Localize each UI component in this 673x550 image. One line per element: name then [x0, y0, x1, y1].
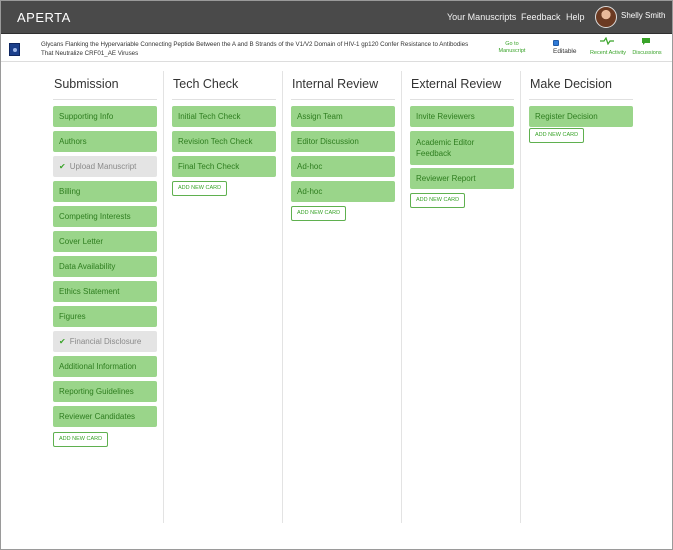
column-title: Submission [54, 77, 119, 91]
card-competing-interests[interactable]: Competing Interests [53, 206, 157, 227]
column-divider [401, 71, 402, 523]
card-data-availability[interactable]: Data Availability [53, 256, 157, 277]
add-new-card-button[interactable]: ADD NEW CARD [529, 128, 585, 143]
column-internal-review: Internal Review Assign Team Editor Discu… [291, 63, 396, 525]
app-logo[interactable]: APERTA [17, 10, 71, 25]
go-to-label-line1: Go to [505, 41, 519, 47]
add-new-card-button[interactable]: ADD NEW CARD [291, 206, 347, 221]
column-tech-check: Tech Check Initial Tech Check Revision T… [172, 63, 277, 525]
add-new-card-button[interactable]: ADD NEW CARD [53, 432, 109, 447]
card-supporting-info[interactable]: Supporting Info [53, 106, 157, 127]
add-new-card-button[interactable]: ADD NEW CARD [410, 193, 466, 208]
checkmark-icon: ✔ [59, 337, 66, 346]
card-authors[interactable]: Authors [53, 131, 157, 152]
card-additional-information[interactable]: Additional Information [53, 356, 157, 377]
help-link[interactable]: Help [566, 12, 585, 22]
app-window: APERTA Your Manuscripts Feedback Help Sh… [0, 0, 673, 550]
card-academic-editor-feedback[interactable]: Academic Editor Feedback [410, 131, 514, 165]
column-title: External Review [411, 77, 502, 91]
card-register-decision[interactable]: Register Decision [529, 106, 633, 127]
card-reporting-guidelines[interactable]: Reporting Guidelines [53, 381, 157, 402]
column-divider [520, 71, 521, 523]
go-to-label-line2: Manuscript [498, 48, 526, 54]
card-editor-discussion[interactable]: Editor Discussion [291, 131, 395, 152]
manuscript-title: Glycans Flanking the Hypervariable Conne… [41, 41, 469, 57]
your-manuscripts-link[interactable]: Your Manuscripts [447, 12, 516, 22]
feedback-link[interactable]: Feedback [521, 12, 561, 22]
card-label: Upload Manuscript [69, 162, 137, 171]
card-final-tech-check[interactable]: Final Tech Check [172, 156, 276, 177]
column-title: Internal Review [292, 77, 379, 91]
editable-label: Editable [553, 48, 577, 55]
card-financial-disclosure[interactable]: ✔ Financial Disclosure [53, 331, 157, 352]
column-rule [529, 99, 633, 100]
card-billing[interactable]: Billing [53, 181, 157, 202]
card-reviewer-candidates[interactable]: Reviewer Candidates [53, 406, 157, 427]
card-initial-tech-check[interactable]: Initial Tech Check [172, 106, 276, 127]
discussions-link[interactable]: Discussions [630, 50, 664, 57]
card-assign-team[interactable]: Assign Team [291, 106, 395, 127]
card-label: Financial Disclosure [69, 337, 142, 346]
add-new-card-button[interactable]: ADD NEW CARD [172, 181, 228, 196]
card-ad-hoc[interactable]: Ad-hoc [291, 156, 395, 177]
user-avatar[interactable] [595, 6, 617, 28]
column-submission: Submission Supporting Info Authors ✔ Uplo… [53, 63, 158, 525]
column-external-review: External Review Invite Reviewers Academi… [410, 63, 515, 525]
column-rule [53, 99, 157, 100]
card-ad-hoc[interactable]: Ad-hoc [291, 181, 395, 202]
column-make-decision: Make Decision Register Decision ADD NEW … [529, 63, 634, 525]
column-title: Tech Check [173, 77, 239, 91]
card-ethics-statement[interactable]: Ethics Statement [53, 281, 157, 302]
column-divider [163, 71, 164, 523]
card-reviewer-report[interactable]: Reviewer Report [410, 168, 514, 189]
top-navigation-bar: APERTA Your Manuscripts Feedback Help Sh… [1, 1, 672, 34]
card-upload-manuscript[interactable]: ✔ Upload Manuscript [53, 156, 157, 177]
column-rule [410, 99, 514, 100]
column-title: Make Decision [530, 77, 612, 91]
column-rule [172, 99, 276, 100]
journal-logo [9, 43, 20, 56]
column-divider [282, 71, 283, 523]
pulse-icon[interactable] [600, 36, 614, 47]
recent-activity-link[interactable]: Recent Activity [589, 50, 627, 57]
column-rule [291, 99, 395, 100]
user-name[interactable]: Shelly Smith [621, 11, 665, 20]
card-figures[interactable]: Figures [53, 306, 157, 327]
card-invite-reviewers[interactable]: Invite Reviewers [410, 106, 514, 127]
go-to-manuscript-link[interactable]: Go to Manuscript [495, 41, 529, 55]
checkmark-icon: ✔ [59, 162, 66, 171]
editable-checkbox[interactable] [553, 40, 559, 46]
card-cover-letter[interactable]: Cover Letter [53, 231, 157, 252]
card-revision-tech-check[interactable]: Revision Tech Check [172, 131, 276, 152]
chat-bubble-icon[interactable] [641, 37, 651, 48]
